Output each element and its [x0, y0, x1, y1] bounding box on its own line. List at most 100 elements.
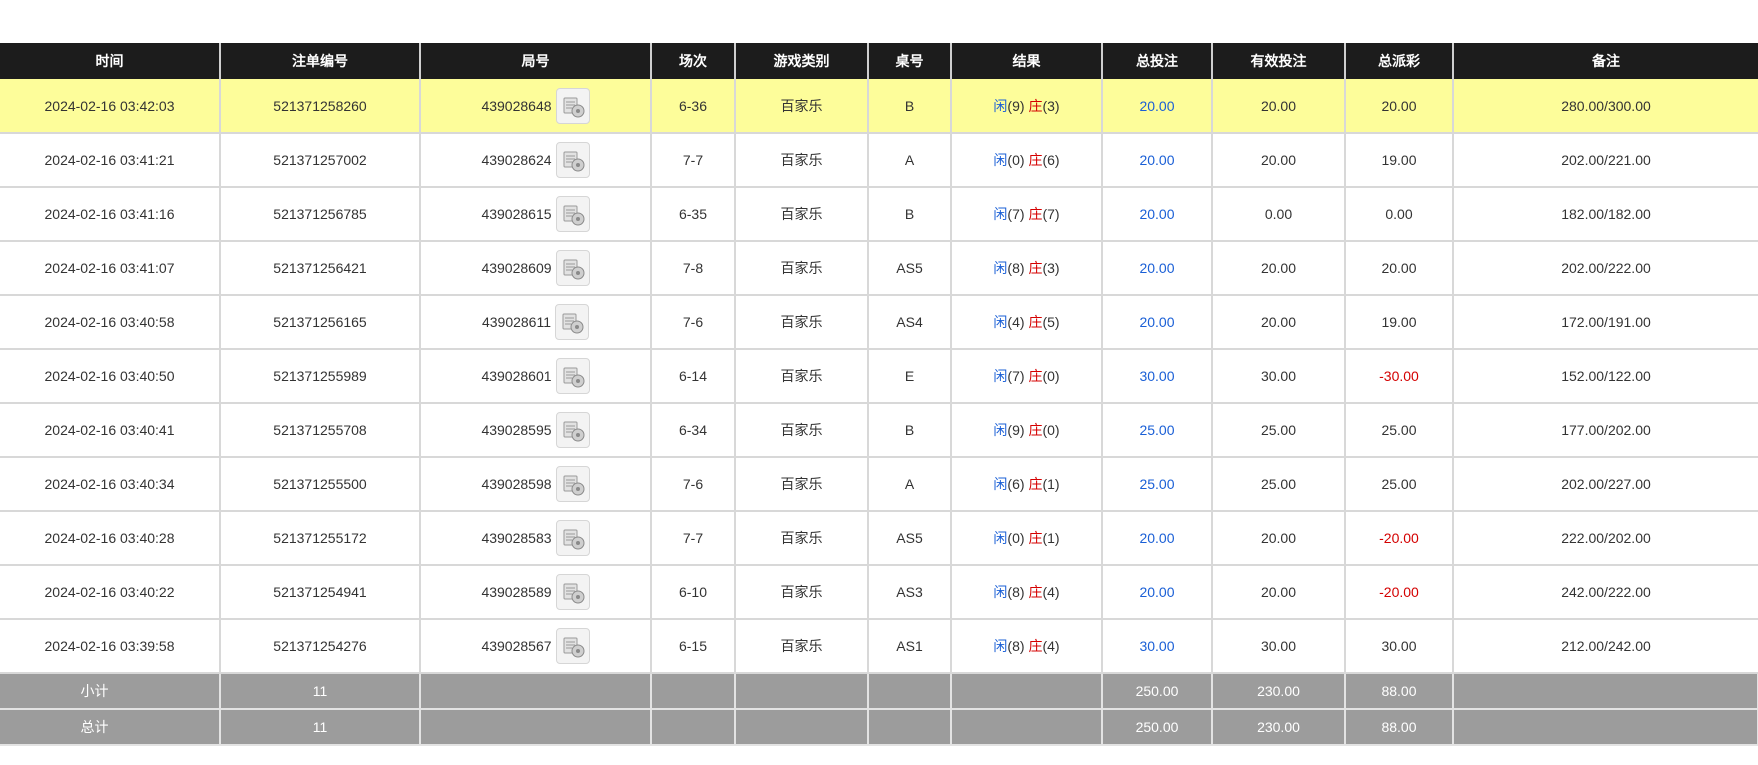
cell-game-type: 百家乐: [735, 511, 869, 566]
table-row[interactable]: 2024-02-16 03:40:41 521371255708 439028595…: [0, 403, 1758, 458]
banker-label: 庄: [1028, 368, 1043, 384]
header-time[interactable]: 时间: [0, 43, 221, 79]
cell-session: 6-14: [651, 349, 736, 404]
round-detail-icon[interactable]: [555, 304, 590, 340]
table-row[interactable]: 2024-02-16 03:41:21 521371257002 439028624…: [0, 133, 1758, 188]
cell-payout: 30.00: [1345, 619, 1454, 674]
total-empty: [951, 709, 1103, 746]
cell-payout: 25.00: [1345, 457, 1454, 512]
cell-result: 闲(9) 庄(3): [951, 79, 1103, 134]
round-number: 439028648: [481, 97, 552, 114]
round-detail-icon[interactable]: [555, 87, 590, 124]
cell-game-type: 百家乐: [735, 403, 869, 458]
cell-bet-id: 521371256421: [220, 241, 421, 296]
cell-total-bet: 30.00: [1102, 619, 1213, 674]
cell-valid-bet: 20.00: [1212, 565, 1346, 620]
cell-round: 439028583: [420, 511, 652, 566]
cell-table-no: E: [868, 349, 952, 404]
header-valid-bet[interactable]: 有效投注: [1212, 43, 1346, 79]
header-note[interactable]: 备注: [1453, 43, 1758, 79]
cell-game-type: 百家乐: [735, 619, 869, 674]
cell-payout: -30.00: [1345, 349, 1454, 404]
header-round[interactable]: 局号: [420, 43, 652, 79]
cell-valid-bet: 0.00: [1212, 187, 1346, 242]
cell-time: 2024-02-16 03:40:58: [0, 295, 221, 350]
total-row: 总计 11 250.00 230.00 88.00: [0, 709, 1758, 746]
cell-time: 2024-02-16 03:40:41: [0, 403, 221, 458]
cell-payout: 19.00: [1345, 133, 1454, 188]
cell-time: 2024-02-16 03:41:21: [0, 133, 221, 188]
table-row[interactable]: 2024-02-16 03:40:50 521371255989 439028601…: [0, 349, 1758, 404]
player-label: 闲: [993, 368, 1008, 384]
round-detail-icon[interactable]: [555, 412, 590, 448]
cell-bet-id: 521371255172: [220, 511, 421, 566]
subtotal-count: 11: [220, 673, 421, 710]
header-total-bet[interactable]: 总投注: [1102, 43, 1213, 79]
cell-bet-id: 521371255708: [220, 403, 421, 458]
total-empty: [735, 709, 869, 746]
round-number: 439028609: [481, 260, 552, 276]
banker-score: (3): [1042, 260, 1060, 276]
cell-note: 202.00/222.00: [1453, 241, 1758, 296]
player-label: 闲: [993, 260, 1008, 276]
table-row[interactable]: 2024-02-16 03:40:22 521371254941 439028589…: [0, 565, 1758, 620]
round-detail-icon[interactable]: [555, 466, 590, 502]
cell-total-bet: 20.00: [1102, 295, 1213, 350]
total-payout: 88.00: [1345, 709, 1454, 746]
subtotal-empty: [651, 673, 736, 710]
header-table-no[interactable]: 桌号: [868, 43, 952, 79]
subtotal-payout: 88.00: [1345, 673, 1454, 710]
cell-payout: 20.00: [1345, 241, 1454, 296]
round-detail-icon[interactable]: [555, 250, 590, 286]
cell-session: 7-7: [651, 511, 736, 566]
player-score: (6): [1007, 476, 1025, 492]
table-row[interactable]: 2024-02-16 03:41:16 521371256785 439028615…: [0, 187, 1758, 242]
table-row[interactable]: 2024-02-16 03:42:03 521371258260 439028648…: [0, 79, 1758, 134]
cell-total-bet: 20.00: [1102, 187, 1213, 242]
round-detail-icon[interactable]: [555, 358, 590, 394]
cell-note: 182.00/182.00: [1453, 187, 1758, 242]
cell-session: 7-6: [651, 295, 736, 350]
cell-game-type: 百家乐: [735, 349, 869, 404]
cell-payout: -20.00: [1345, 511, 1454, 566]
cell-game-type: 百家乐: [735, 565, 869, 620]
table-row[interactable]: 2024-02-16 03:39:58 521371254276 439028567…: [0, 619, 1758, 674]
player-label: 闲: [993, 530, 1008, 546]
table-row[interactable]: 2024-02-16 03:40:28 521371255172 439028583…: [0, 511, 1758, 566]
cell-valid-bet: 20.00: [1212, 295, 1346, 350]
subtotal-empty: [420, 673, 652, 710]
cell-note: 242.00/222.00: [1453, 565, 1758, 620]
player-label: 闲: [993, 584, 1008, 600]
cell-table-no: AS4: [868, 295, 952, 350]
banker-score: (3): [1042, 97, 1060, 114]
table-row[interactable]: 2024-02-16 03:41:07 521371256421 439028609…: [0, 241, 1758, 296]
round-detail-icon[interactable]: [555, 196, 590, 232]
cell-result: 闲(7) 庄(0): [951, 349, 1103, 404]
player-score: (9): [1007, 422, 1025, 438]
round-detail-icon[interactable]: [555, 628, 590, 664]
cell-session: 7-6: [651, 457, 736, 512]
round-detail-icon[interactable]: [555, 574, 590, 610]
round-detail-icon[interactable]: [555, 142, 590, 178]
header-payout[interactable]: 总派彩: [1345, 43, 1454, 79]
header-session[interactable]: 场次: [651, 43, 736, 79]
banker-score: (4): [1042, 638, 1060, 654]
banker-score: (1): [1042, 476, 1060, 492]
cell-bet-id: 521371256785: [220, 187, 421, 242]
player-label: 闲: [993, 152, 1008, 168]
cell-note: 152.00/122.00: [1453, 349, 1758, 404]
cell-bet-id: 521371256165: [220, 295, 421, 350]
header-result[interactable]: 结果: [951, 43, 1103, 79]
round-detail-icon[interactable]: [555, 520, 590, 556]
cell-total-bet: 20.00: [1102, 133, 1213, 188]
cell-result: 闲(6) 庄(1): [951, 457, 1103, 512]
cell-note: 222.00/202.00: [1453, 511, 1758, 566]
subtotal-empty: [951, 673, 1103, 710]
table-row[interactable]: 2024-02-16 03:40:34 521371255500 439028598…: [0, 457, 1758, 512]
table-row[interactable]: 2024-02-16 03:40:58 521371256165 439028611…: [0, 295, 1758, 350]
header-bet-id[interactable]: 注单编号: [220, 43, 421, 79]
banker-label: 庄: [1028, 476, 1043, 492]
banker-score: (1): [1042, 530, 1060, 546]
cell-round: 439028567: [420, 619, 652, 674]
header-game-type[interactable]: 游戏类别: [735, 43, 869, 79]
